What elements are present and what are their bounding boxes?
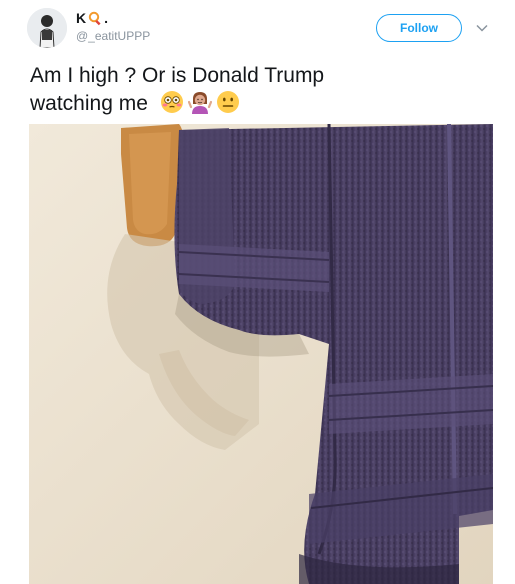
- avatar[interactable]: [27, 8, 67, 48]
- woman-shrugging-icon: [187, 92, 212, 114]
- display-name-text: K: [76, 10, 87, 26]
- user-handle[interactable]: @_eatitUPPP: [76, 29, 150, 43]
- tweet-text: Am I high ? Or is Donald Trump watching …: [30, 62, 490, 118]
- flushed-face-icon: [160, 91, 183, 113]
- display-name[interactable]: K .: [76, 10, 108, 26]
- avatar-icon: [27, 8, 67, 48]
- tweet-text-line-2-text: watching me: [30, 92, 148, 115]
- towel-photo: [29, 124, 493, 584]
- tweet-photo[interactable]: [29, 124, 493, 584]
- name-dot: .: [104, 10, 109, 26]
- magnifier-emoji-icon: [88, 11, 103, 26]
- tweet-text-line-1: Am I high ? Or is Donald Trump: [30, 64, 325, 87]
- chevron-down-icon[interactable]: [474, 20, 490, 36]
- neutral-face-icon: [216, 91, 239, 113]
- tweet-card: K . @_eatitUPPP Follow Am I high ? Or is…: [0, 0, 515, 584]
- follow-button[interactable]: Follow: [376, 14, 462, 42]
- tweet-text-line-2: watching me: [30, 90, 490, 118]
- tweet-emojis: [160, 90, 240, 114]
